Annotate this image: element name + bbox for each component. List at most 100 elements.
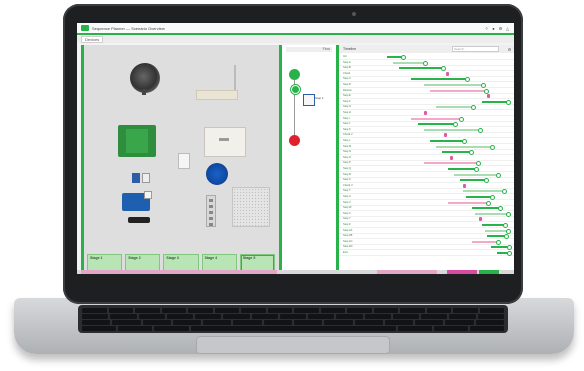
timeline-bar[interactable] — [423, 84, 483, 86]
timeline-bar[interactable] — [460, 179, 485, 182]
mini-blue-device[interactable] — [132, 173, 140, 183]
timeline-row[interactable]: Step Q — [339, 167, 514, 172]
timeline-bar[interactable] — [448, 168, 475, 170]
timeline-row[interactable]: Step I — [339, 116, 514, 122]
timeline-row[interactable]: Step R — [339, 172, 514, 178]
timeline-row[interactable]: Step X — [339, 211, 514, 217]
timeline-handle[interactable] — [505, 99, 511, 105]
timeline-handle[interactable] — [505, 211, 511, 217]
timeline-bar[interactable] — [487, 235, 506, 238]
timeline-row[interactable]: Step Z — [339, 223, 514, 228]
timeline-handle[interactable] — [486, 200, 492, 206]
blue-dial-device[interactable] — [206, 163, 228, 185]
timeline-row[interactable]: Review — [339, 88, 514, 94]
timeline-bar[interactable] — [435, 106, 473, 109]
timeline-row[interactable]: Step K — [339, 127, 514, 133]
timeline-handle[interactable] — [471, 105, 477, 111]
gateway-device[interactable] — [196, 90, 238, 100]
user-icon[interactable]: ● — [491, 26, 496, 31]
timeline-row[interactable]: End — [339, 251, 514, 256]
timeline-handle[interactable] — [505, 228, 511, 234]
timeline-milestone[interactable] — [423, 111, 427, 115]
timeline-handle[interactable] — [501, 189, 507, 195]
settings-icon[interactable]: ⚙ — [498, 26, 503, 31]
timeline-bar[interactable] — [429, 140, 463, 142]
timeline-milestone[interactable] — [462, 183, 466, 188]
timeline-row[interactable]: Step AA — [339, 228, 514, 234]
timeline-row[interactable]: Step A — [339, 60, 514, 66]
timeline-bar[interactable] — [462, 190, 503, 193]
start-node[interactable] — [289, 69, 300, 80]
timeline-bar[interactable] — [411, 117, 461, 120]
timeline-bar[interactable] — [417, 123, 455, 126]
timeline-bar[interactable] — [423, 128, 479, 131]
step-node[interactable] — [291, 85, 300, 94]
timeline-row[interactable]: Step J — [339, 122, 514, 128]
timeline-bar[interactable] — [387, 56, 402, 58]
timeline-row[interactable]: Step C — [339, 77, 514, 83]
small-sensor-device[interactable] — [178, 153, 190, 169]
timeline-milestone[interactable] — [445, 71, 449, 76]
help-icon[interactable]: ? — [484, 26, 489, 31]
settings-icon[interactable]: ⚙ — [507, 47, 512, 52]
timeline-bar[interactable] — [423, 162, 478, 165]
timeline-handle[interactable] — [481, 83, 487, 88]
timeline-bar[interactable] — [441, 151, 470, 154]
mini-white-device[interactable] — [142, 173, 150, 183]
timeline-bar[interactable] — [472, 207, 500, 210]
timeline-handle[interactable] — [440, 66, 446, 72]
timeline-bar[interactable] — [411, 78, 467, 81]
timeline-handle[interactable] — [506, 251, 512, 256]
timeline-row[interactable]: Step N — [339, 150, 514, 156]
timeline-bar[interactable] — [399, 67, 442, 70]
timeline-row[interactable]: Step V — [339, 200, 514, 206]
timeline-handle[interactable] — [459, 116, 465, 122]
timeline-milestone[interactable] — [444, 133, 448, 138]
timeline-milestone[interactable] — [478, 217, 482, 222]
grille-device[interactable] — [232, 187, 270, 227]
timeline-handle[interactable] — [477, 127, 483, 133]
timeline-bar[interactable] — [435, 145, 491, 148]
timeline-handle[interactable] — [489, 195, 495, 200]
timeline-row[interactable]: Step AD — [339, 245, 514, 251]
timeline-handle[interactable] — [503, 223, 509, 228]
timeline-row[interactable]: Step U — [339, 195, 514, 200]
timeline-milestone[interactable] — [450, 155, 454, 160]
timeline-bar[interactable] — [393, 61, 424, 64]
connector-device[interactable] — [128, 217, 150, 223]
timeline-bar[interactable] — [482, 100, 507, 103]
timeline-handle[interactable] — [453, 122, 459, 128]
timeline-bar[interactable] — [472, 240, 497, 243]
timeline-row[interactable]: Step Y — [339, 217, 514, 223]
timeline-row[interactable]: Step O — [339, 155, 514, 161]
timeline-handle[interactable] — [468, 150, 474, 156]
timeline-row[interactable]: Check — [339, 71, 514, 77]
timeline-row[interactable]: Check 3 — [339, 183, 514, 189]
timeline-row[interactable]: Step AC — [339, 239, 514, 245]
timeline-handle[interactable] — [400, 55, 406, 60]
timeline-row[interactable]: Step B — [339, 66, 514, 72]
timeline-row[interactable]: Step S — [339, 178, 514, 184]
timeline-row[interactable]: Step F — [339, 99, 514, 105]
timeline-handle[interactable] — [498, 206, 504, 212]
timeline-row[interactable]: Check 2 — [339, 133, 514, 139]
timeline-row[interactable]: Step T — [339, 189, 514, 195]
timeline-row[interactable]: Step AB — [339, 234, 514, 240]
timeline-handle[interactable] — [473, 167, 479, 172]
timeline-handle[interactable] — [476, 161, 482, 167]
timeline-row[interactable]: Step G — [339, 105, 514, 111]
timeline-row[interactable]: Init — [339, 55, 514, 60]
timeline-row[interactable]: Step P — [339, 161, 514, 167]
controller-device[interactable] — [204, 127, 246, 157]
timeline-row[interactable]: Step E — [339, 94, 514, 100]
timeline-handle[interactable] — [495, 172, 501, 178]
timeline-bar[interactable] — [454, 173, 497, 176]
tab-timeline[interactable]: Timeline — [343, 47, 356, 51]
timeline-bar[interactable] — [484, 229, 507, 232]
timeline-row[interactable]: Step M — [339, 144, 514, 150]
timeline-handle[interactable] — [504, 234, 510, 240]
timeline-row[interactable]: Step W — [339, 206, 514, 212]
timeline-handle[interactable] — [422, 60, 428, 66]
warning-icon[interactable]: △ — [505, 26, 510, 31]
stop-node[interactable] — [289, 135, 300, 146]
